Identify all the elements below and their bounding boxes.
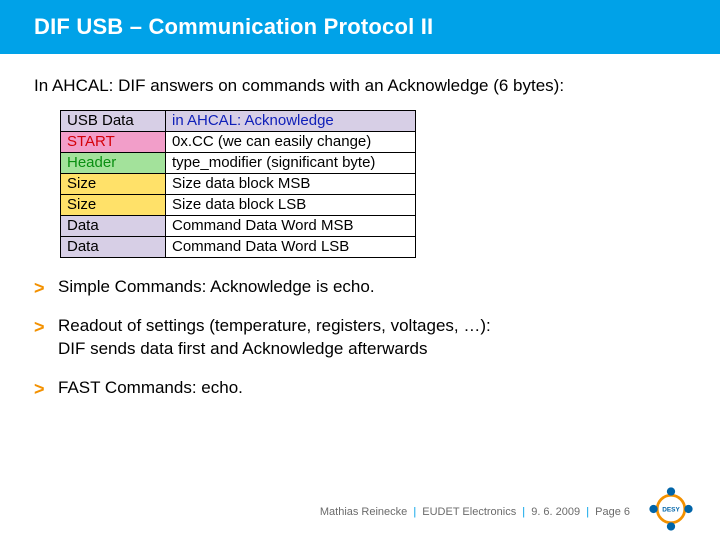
bullet-item: FAST Commands: echo. [34, 377, 670, 400]
footer-separator: | [519, 506, 528, 518]
footer-page: Page 6 [595, 506, 630, 518]
footer-separator: | [410, 506, 419, 518]
footer-author: Mathias Reinecke [320, 506, 407, 518]
footer-event: EUDET Electronics [422, 506, 516, 518]
cell-left: Data [61, 216, 166, 237]
table-header-row: USB Data in AHCAL: Acknowledge [61, 111, 416, 132]
desy-logo-icon: DESY [648, 486, 694, 532]
cell-left: Size [61, 174, 166, 195]
cell-left: Size [61, 195, 166, 216]
table-row: Size Size data block LSB [61, 195, 416, 216]
cell-right: Size data block LSB [166, 195, 416, 216]
footer-separator: | [583, 506, 592, 518]
cell-left: START [61, 132, 166, 153]
cell-left: Header [61, 153, 166, 174]
cell-right: type_modifier (significant byte) [166, 153, 416, 174]
bullet-item: Readout of settings (temperature, regist… [34, 315, 670, 361]
table-row: Header type_modifier (significant byte) [61, 153, 416, 174]
lead-text: In AHCAL: DIF answers on commands with a… [0, 54, 720, 110]
table-header-right: in AHCAL: Acknowledge [166, 111, 416, 132]
cell-left: Data [61, 237, 166, 258]
footer-date: 9. 6. 2009 [531, 506, 580, 518]
table-row: Data Command Data Word MSB [61, 216, 416, 237]
protocol-table: USB Data in AHCAL: Acknowledge START 0x.… [60, 110, 416, 258]
table-row: Data Command Data Word LSB [61, 237, 416, 258]
table-row: START 0x.CC (we can easily change) [61, 132, 416, 153]
bullet-item: Simple Commands: Acknowledge is echo. [34, 276, 670, 299]
cell-right: 0x.CC (we can easily change) [166, 132, 416, 153]
table-header-left: USB Data [61, 111, 166, 132]
cell-right: Size data block MSB [166, 174, 416, 195]
bullet-list: Simple Commands: Acknowledge is echo. Re… [0, 258, 720, 400]
cell-right: Command Data Word LSB [166, 237, 416, 258]
slide-footer: Mathias Reinecke | EUDET Electronics | 9… [0, 506, 720, 518]
svg-text:DESY: DESY [662, 506, 680, 513]
cell-right: Command Data Word MSB [166, 216, 416, 237]
table-row: Size Size data block MSB [61, 174, 416, 195]
slide-title: DIF USB – Communication Protocol II [0, 0, 720, 54]
